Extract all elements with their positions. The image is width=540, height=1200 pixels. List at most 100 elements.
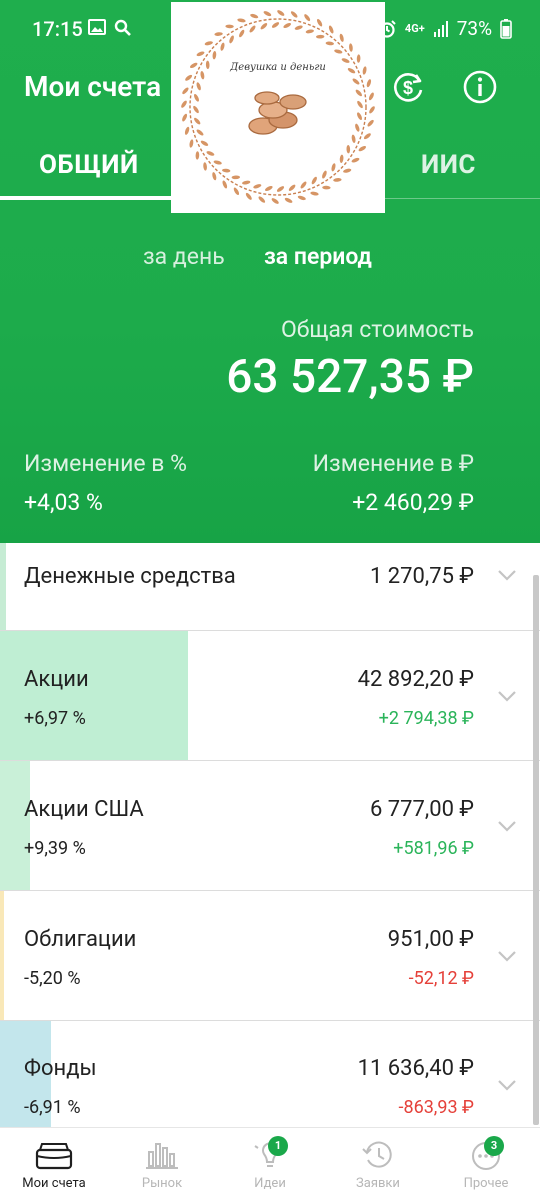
asset-row-stocks[interactable]: Акции +6,97 % 42 892,20 ₽ +2 794,38 ₽	[0, 631, 540, 761]
wreath-leaf	[277, 10, 285, 16]
asset-amount: 11 636,40 ₽	[357, 1056, 474, 1081]
nav-orders[interactable]: Заявки	[324, 1128, 432, 1200]
wreath-leaf	[181, 100, 187, 108]
asset-row-bonds[interactable]: Облигации -5,20 % 951,00 ₽ -52,12 ₽	[0, 891, 540, 1021]
chevron-down-icon[interactable]	[497, 820, 517, 832]
wreath-leaf	[200, 71, 205, 80]
market-chart-icon	[146, 1143, 178, 1169]
asset-amount: 42 892,20 ₽	[357, 667, 474, 692]
wreath-leaf	[222, 180, 228, 189]
nav-my-accounts[interactable]: Мои счета	[0, 1128, 108, 1200]
wreath-leaf	[355, 89, 362, 97]
scrollbar[interactable]	[533, 575, 539, 1125]
wreath-leaf	[316, 34, 325, 39]
wreath-leaf	[200, 140, 209, 146]
wreath-leaf	[205, 60, 210, 69]
asset-change-percent: -6,91 %	[24, 1097, 81, 1118]
wreath-leaf	[239, 29, 245, 38]
wreath-leaf	[346, 145, 351, 154]
wreath-leaf	[189, 139, 194, 148]
asset-share-bar	[0, 631, 188, 760]
total-value: 63 527,35 ₽	[226, 350, 474, 404]
change-rub-value: +2 460,29 ₽	[352, 489, 474, 516]
wreath-leaf	[196, 129, 204, 136]
wreath-leaf	[184, 126, 190, 135]
gallery-icon	[88, 19, 106, 35]
wreath-leaf	[271, 198, 279, 204]
wreath-leaf	[347, 68, 356, 74]
wreath-leaf	[288, 184, 296, 191]
wreath-leaf	[194, 93, 199, 102]
asset-name: Фонды	[24, 1056, 97, 1081]
asset-amount: 951,00 ₽	[387, 927, 474, 952]
wreath-leaf	[283, 23, 292, 28]
asset-row-funds[interactable]: Фонды -6,91 % 11 636,40 ₽ -863,93 ₽	[0, 1021, 540, 1127]
wreath-leaf	[195, 151, 200, 160]
wreath-leaf	[339, 154, 344, 163]
nav-market[interactable]: Рынок	[108, 1128, 216, 1200]
asset-change-rub: +2 794,38 ₽	[378, 708, 474, 729]
chevron-down-icon[interactable]	[497, 569, 517, 581]
wreath-coins-logo-icon: Девушка и деньги	[181, 10, 375, 204]
wreath-leaf	[229, 35, 234, 44]
logo-text: Девушка и деньги	[229, 62, 326, 73]
asset-change-percent: +9,39 %	[24, 838, 86, 859]
wreath-leaf	[357, 100, 363, 109]
currency-exchange-icon[interactable]: $	[389, 68, 427, 106]
info-icon[interactable]	[461, 68, 499, 106]
period-day-toggle[interactable]: за день	[143, 243, 225, 270]
wreath-leaf	[343, 168, 352, 173]
nav-more[interactable]: 3 Прочее	[432, 1128, 540, 1200]
wreath-leaf	[271, 22, 280, 28]
bottom-navigation: Мои счета Рынок 1 Идеи Заявки 3 Прочее	[0, 1127, 540, 1200]
page-title: Мои счета	[24, 70, 162, 103]
chevron-down-icon[interactable]	[497, 690, 517, 702]
wreath-leaf	[193, 105, 199, 114]
wreath-leaf	[196, 82, 201, 91]
more-badge: 3	[484, 1136, 504, 1156]
wreath-leaf	[206, 151, 215, 156]
asset-row-cash[interactable]: Денежные средства 1 270,75 ₽	[0, 543, 540, 631]
asset-change-rub: +581,96 ₽	[393, 838, 474, 859]
wreath-leaf	[185, 74, 193, 81]
ideas-badge: 1	[268, 1136, 288, 1156]
wreath-leaf	[212, 172, 217, 181]
tab-general[interactable]: ОБЩИЙ	[39, 150, 139, 180]
wreath-leaf	[351, 134, 356, 143]
wreath-leaf	[369, 106, 375, 114]
asset-row-us-stocks[interactable]: Акции США +9,39 % 6 777,00 ₽ +581,96 ₽	[0, 761, 540, 891]
wreath-leaf	[322, 170, 327, 179]
wreath-leaf	[357, 112, 362, 121]
tab-iis[interactable]: ИИС	[421, 150, 476, 180]
nav-label: Заявки	[356, 1176, 400, 1191]
screen: 17:15 4G+ 73% Мои счета $ ОБЩИЙ ИИС за д…	[0, 0, 540, 1200]
wreath-leaf	[311, 176, 317, 185]
change-percent-label: Изменение в %	[24, 450, 187, 477]
wreath-leaf	[204, 41, 213, 46]
status-time: 17:15	[32, 17, 83, 41]
wreath-leaf	[196, 51, 205, 57]
wreath-leaf	[231, 175, 240, 180]
chevron-down-icon[interactable]	[497, 950, 517, 962]
asset-amount: 6 777,00 ₽	[369, 797, 474, 822]
network-type: 4G+	[404, 21, 425, 35]
wallet-icon	[35, 1143, 73, 1170]
wreath-leaf	[358, 145, 367, 152]
wreath-leaf	[362, 66, 367, 75]
history-clock-icon	[362, 1141, 392, 1168]
asset-name: Акции	[24, 667, 89, 692]
wreath-leaf	[290, 11, 298, 18]
wreath-leaf	[328, 25, 334, 34]
wreath-leaf	[294, 25, 303, 30]
wreath-leaf	[225, 24, 234, 29]
wreath-leaf	[189, 62, 198, 69]
wreath-leaf	[249, 25, 256, 33]
nav-label: Прочее	[463, 1176, 509, 1191]
wreath-leaf	[250, 13, 259, 19]
wreath-leaf	[349, 43, 353, 52]
change-percent-value: +4,03 %	[24, 489, 103, 516]
nav-ideas[interactable]: 1 Идеи	[216, 1128, 324, 1200]
period-range-toggle[interactable]: за период	[264, 243, 372, 270]
nav-label: Идеи	[254, 1176, 286, 1191]
chevron-down-icon[interactable]	[497, 1079, 517, 1091]
